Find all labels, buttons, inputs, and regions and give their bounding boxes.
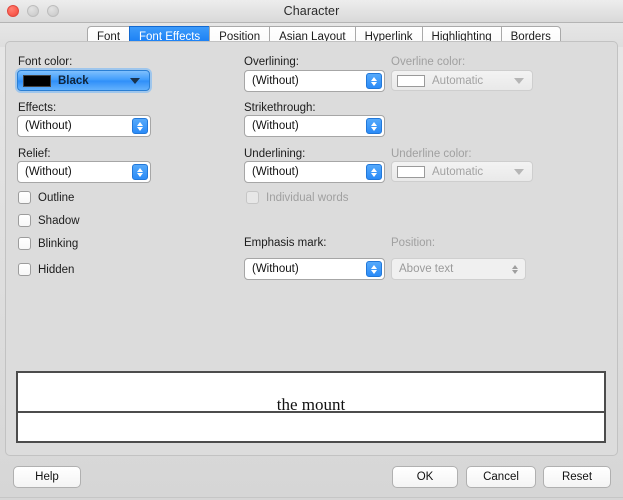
shadow-checkbox[interactable]: Shadow (18, 214, 80, 227)
updown-chevron-icon (507, 261, 523, 277)
minimize-button[interactable] (27, 5, 39, 17)
underlining-label: Underlining: (244, 148, 306, 160)
relief-value: (Without) (25, 166, 72, 178)
hidden-label: Hidden (38, 263, 75, 276)
strikethrough-label: Strikethrough: (244, 102, 316, 114)
reset-button[interactable]: Reset (543, 466, 611, 488)
font-color-swatch (23, 74, 51, 87)
overline-color-swatch (397, 74, 425, 87)
underlining-value: (Without) (252, 166, 299, 178)
outline-checkbox[interactable]: Outline (18, 191, 74, 204)
preview-upper-row: the mount (18, 373, 604, 413)
maximize-button[interactable] (47, 5, 59, 17)
underline-color-value: Automatic (432, 165, 484, 178)
relief-label: Relief: (18, 148, 51, 160)
position-value: Above text (399, 263, 454, 275)
blinking-label: Blinking (38, 237, 79, 250)
shadow-label: Shadow (38, 214, 80, 227)
effects-label: Effects: (18, 102, 57, 114)
effects-dropdown[interactable]: (Without) (17, 115, 151, 137)
relief-dropdown[interactable]: (Without) (17, 161, 151, 183)
overlining-dropdown[interactable]: (Without) (244, 70, 385, 92)
effects-value: (Without) (25, 120, 72, 132)
chevron-down-icon (514, 168, 524, 175)
emphasis-mark-value: (Without) (252, 263, 299, 275)
updown-chevron-icon[interactable] (366, 164, 382, 180)
updown-chevron-icon[interactable] (366, 261, 382, 277)
preview-box: the mount (16, 371, 606, 443)
character-dialog-window: Character Font Font Effects Position Asi… (0, 0, 623, 500)
emphasis-mark-dropdown[interactable]: (Without) (244, 258, 385, 280)
checkbox-box (18, 263, 31, 276)
underline-color-label: Underline color: (391, 148, 472, 160)
position-label: Position: (391, 237, 436, 249)
ok-button[interactable]: OK (392, 466, 458, 488)
checkbox-box (18, 237, 31, 250)
blinking-checkbox[interactable]: Blinking (18, 237, 78, 250)
chevron-down-icon (130, 77, 140, 84)
footer-divider (0, 497, 623, 498)
font-color-value: Black (58, 74, 89, 87)
updown-chevron-icon[interactable] (366, 73, 382, 89)
overline-color-value: Automatic (432, 74, 484, 87)
help-button[interactable]: Help (13, 466, 81, 488)
title-bar: Character (0, 0, 623, 23)
cancel-button[interactable]: Cancel (466, 466, 536, 488)
updown-chevron-icon[interactable] (366, 118, 382, 134)
individual-words-checkbox: Individual words (246, 191, 348, 204)
window-title: Character (283, 4, 340, 18)
outline-label: Outline (38, 191, 75, 204)
underlining-dropdown[interactable]: (Without) (244, 161, 385, 183)
position-dropdown: Above text (391, 258, 526, 280)
overline-color-label: Overline color: (391, 56, 466, 68)
updown-chevron-icon[interactable] (132, 164, 148, 180)
checkbox-box (18, 214, 31, 227)
overline-color-dropdown: Automatic (391, 70, 533, 91)
close-button[interactable] (7, 5, 19, 17)
preview-sample-text: the mount (276, 395, 346, 414)
font-color-label: Font color: (18, 56, 73, 68)
strikethrough-value: (Without) (252, 120, 299, 132)
updown-chevron-icon[interactable] (132, 118, 148, 134)
individual-words-label: Individual words (266, 191, 349, 204)
checkbox-box (246, 191, 259, 204)
underline-color-swatch (397, 165, 425, 178)
strikethrough-dropdown[interactable]: (Without) (244, 115, 385, 137)
overlining-label: Overlining: (244, 56, 299, 68)
underline-color-dropdown: Automatic (391, 161, 533, 182)
font-color-dropdown[interactable]: Black (17, 70, 150, 91)
emphasis-mark-label: Emphasis mark: (244, 237, 327, 249)
chevron-down-icon (514, 77, 524, 84)
window-controls (7, 5, 59, 17)
checkbox-box (18, 191, 31, 204)
hidden-checkbox[interactable]: Hidden (18, 263, 74, 276)
dialog-button-row: Help OK Cancel Reset (0, 458, 623, 500)
overlining-value: (Without) (252, 75, 299, 87)
